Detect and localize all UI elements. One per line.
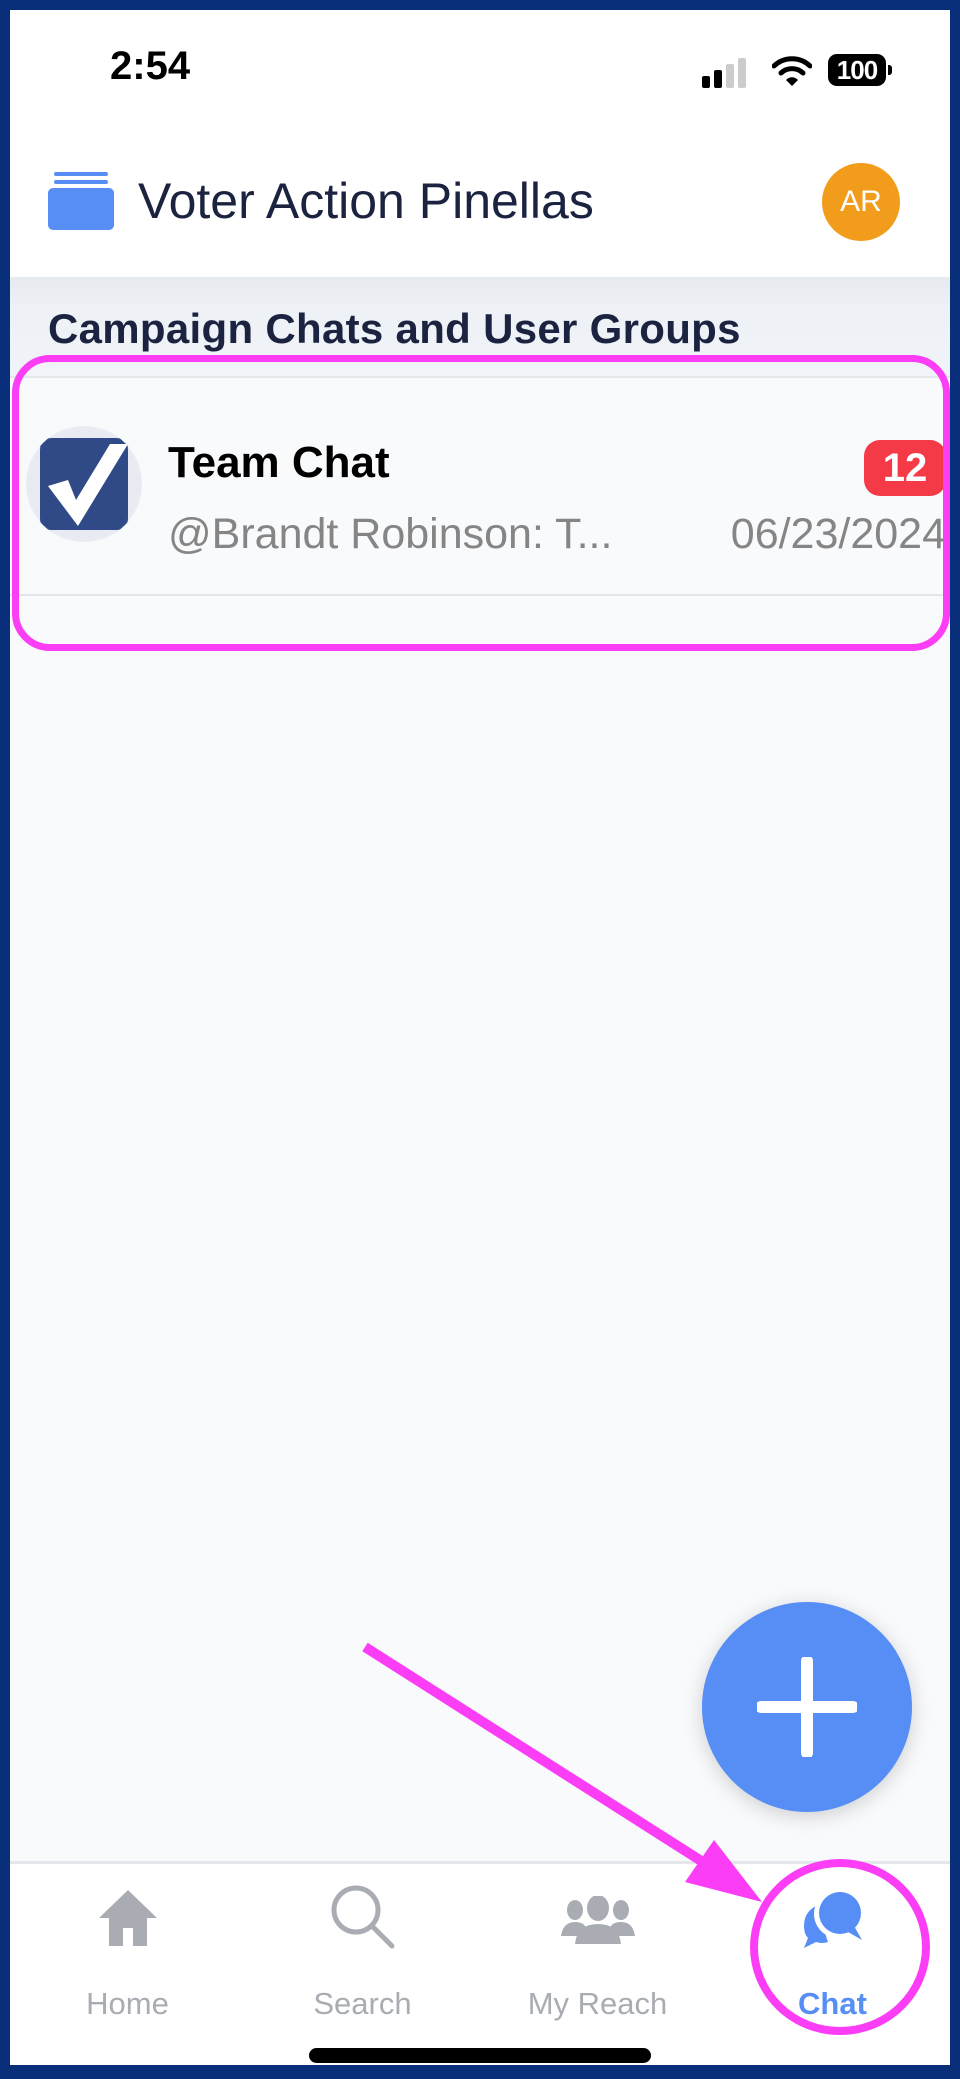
tab-home-label: Home (86, 1986, 169, 2021)
user-avatar[interactable]: AR (822, 163, 900, 241)
chat-last-message: @Brandt Robinson: T... (168, 510, 613, 558)
chat-date: 06/23/2024 (730, 510, 946, 558)
annotation-arrow-line (362, 1642, 731, 1883)
home-icon (98, 1890, 157, 1946)
tab-home[interactable]: Home (10, 1864, 245, 2044)
tab-chat-label: Chat (798, 1986, 867, 2021)
tab-my-reach[interactable]: My Reach (480, 1864, 715, 2044)
app-title: Voter Action Pinellas (138, 173, 594, 229)
chat-list-item[interactable]: Team Chat 12 @Brandt Robinson: T... 06/2… (10, 376, 950, 596)
cellular-signal-icon (702, 58, 750, 88)
home-indicator[interactable] (309, 2048, 651, 2063)
tab-chat[interactable]: Chat (715, 1864, 950, 2044)
battery-level: 100 (828, 54, 886, 86)
folder-stack-icon[interactable] (48, 172, 114, 230)
tab-search[interactable]: Search (245, 1864, 480, 2044)
wifi-icon (772, 56, 812, 86)
section-title: Campaign Chats and User Groups (48, 305, 741, 352)
checkmark-logo-icon (26, 426, 142, 542)
chat-name: Team Chat (168, 438, 390, 487)
app-header: Voter Action Pinellas AR (10, 130, 950, 277)
chat-bubbles-icon (803, 1890, 862, 1948)
unread-badge: 12 (864, 440, 946, 496)
plus-icon (757, 1657, 857, 1757)
status-time: 2:54 (110, 44, 191, 88)
status-bar: 2:54 100 (10, 10, 950, 130)
tab-my-reach-label: My Reach (527, 1986, 668, 2021)
section-header: Campaign Chats and User Groups (10, 277, 950, 387)
search-icon (331, 1885, 394, 1949)
battery-icon: 100 (828, 54, 892, 88)
tab-bar: Home Search My Reach Chat (10, 1861, 950, 2065)
battery-tip (888, 65, 892, 75)
phone-screen: 2:54 100 Voter Action Pinellas AR Campai… (10, 10, 950, 2065)
new-chat-button[interactable] (702, 1602, 912, 1812)
tab-search-label: Search (313, 1986, 412, 2021)
people-group-icon (560, 1896, 635, 1944)
